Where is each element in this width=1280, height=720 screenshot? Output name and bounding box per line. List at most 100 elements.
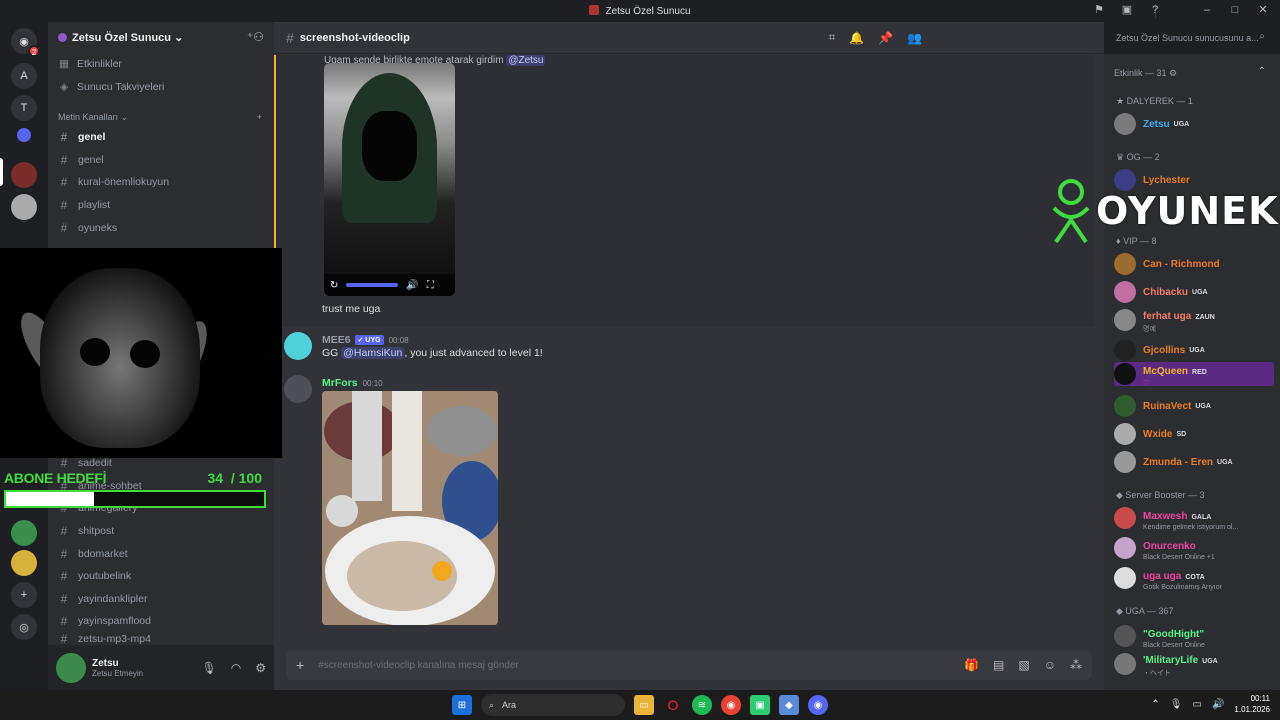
member-row[interactable]: Chibacku UGA (1114, 280, 1274, 304)
minimize-button[interactable]: – (1200, 4, 1214, 16)
member-avatar (1114, 253, 1136, 275)
hash-icon: # (60, 569, 68, 584)
channel-youtubelink[interactable]: # youtubelink (48, 565, 274, 588)
explore-button[interactable]: ◎ (11, 614, 37, 640)
server-header[interactable]: Zetsu Özel Sunucu ⌄ ⁺⚇ (48, 22, 274, 52)
chevron-up-icon[interactable]: ⌃ (1258, 66, 1266, 77)
group-uga: ◆ UGA — 367 (1116, 606, 1174, 616)
member-row[interactable]: 'MilitaryLife UGA ・ヘイト (1114, 652, 1274, 677)
channel-genel[interactable]: # genel (48, 126, 274, 149)
home-button[interactable]: ◉ 2 (11, 28, 40, 57)
category-header[interactable]: Metin Kanalları ⌄ + (48, 108, 274, 126)
hash-icon: # (60, 632, 68, 645)
member-row[interactable]: Wxide SD (1114, 422, 1274, 446)
member-row[interactable]: Can - Richmond (1114, 252, 1274, 276)
image-attachment[interactable] (322, 391, 498, 625)
app-blue-icon[interactable]: ◆ (779, 695, 799, 715)
boosts-item[interactable]: ◈ Sunucu Takviyeleri (48, 75, 274, 98)
clock[interactable]: 00:11 1.01.2026 (1234, 693, 1270, 715)
pin-icon[interactable]: 📌 (878, 31, 893, 45)
channel-yayinspamflood[interactable]: # yayinspamflood (48, 610, 274, 633)
inbox-flag-icon[interactable]: ⚑ (1092, 3, 1106, 16)
member-row[interactable]: Zetsu UGA (1114, 112, 1274, 136)
app-green-icon[interactable]: ▣ (750, 695, 770, 715)
upload-plus-icon[interactable]: + (296, 657, 304, 673)
channel-bdomarket[interactable]: # bdomarket (48, 542, 274, 565)
mee6-avatar[interactable] (284, 332, 312, 360)
group-booster: ◆ Server Booster — 3 (1116, 490, 1205, 500)
windows-start-icon[interactable]: ⊞ (452, 695, 472, 715)
close-button[interactable]: ✕ (1256, 3, 1270, 16)
chevron-up-icon[interactable]: ⌃ (1151, 699, 1159, 710)
network-icon[interactable]: ▭ (1193, 699, 1202, 710)
member-row[interactable]: ferhat uga ZAUN 명예 (1114, 308, 1274, 333)
channel-kural[interactable]: # kural-önemliokuyun (48, 171, 274, 194)
member-row[interactable]: Gjcollins UGA (1114, 338, 1274, 362)
server-green[interactable] (11, 520, 37, 546)
member-row[interactable]: "GoodHight" Black Desert Online (1114, 624, 1274, 649)
chrome-icon[interactable]: ◉ (721, 695, 741, 715)
bell-icon[interactable]: 🔔 (849, 31, 864, 45)
server-zetsu[interactable] (11, 162, 37, 188)
file-explorer-icon[interactable]: ▭ (634, 695, 654, 715)
search-input[interactable]: Zetsu Özel Sunucu sunucusunu a... ⌕ (1110, 28, 1270, 48)
member-row[interactable]: RuinaVect UGA (1114, 394, 1274, 418)
discord-taskbar-icon[interactable]: ◉ (808, 695, 828, 715)
message-list: Ugam sende birlikte emote atarak girdim … (274, 55, 1104, 645)
invite-icon[interactable]: ⁺⚇ (247, 30, 264, 44)
mic-tray-icon[interactable]: 🎙 (1170, 699, 1183, 710)
mention[interactable]: @HamsiKun (341, 347, 405, 359)
apps-icon[interactable]: ⁂ (1070, 658, 1082, 672)
help-icon[interactable]: ? (1148, 4, 1162, 16)
channel-zetsu-mp3[interactable]: # zetsu-mp3-mp4 (48, 633, 274, 645)
server-t[interactable]: T (11, 95, 37, 121)
gift-icon[interactable]: 🎁 (964, 658, 979, 672)
microphone-icon[interactable]: 🎙 (202, 661, 217, 675)
taskbar-search[interactable]: ⌕ Ara (481, 694, 625, 716)
member-row[interactable]: Zmunda - Eren UGA (1114, 450, 1274, 474)
user-avatar[interactable] (56, 652, 86, 683)
channel-genel-2[interactable]: # genel (48, 149, 274, 172)
settings-icon[interactable]: ⚙ (255, 661, 266, 675)
add-server-button[interactable]: + (11, 582, 37, 608)
members-icon[interactable]: 👥 (907, 31, 922, 45)
chat-panel: # screenshot-videoclip ⌗ 🔔 📌 👥 Ugam send… (274, 22, 1104, 690)
fullscreen-icon[interactable]: ⛶ (427, 280, 434, 291)
mee6-name[interactable]: MEE6 ✓ UYG 00:08 (322, 334, 409, 346)
video-attachment[interactable]: ↻ 🔊 ⛶ (324, 63, 455, 296)
volume-icon[interactable]: 🔊 (406, 280, 418, 291)
server-dog[interactable] (11, 194, 37, 220)
message-composer[interactable]: + #screenshot-videoclip kanalına mesaj g… (286, 650, 1092, 680)
member-row[interactable]: uga uga COTA Gotik Bozulmamış Arıyıor (1114, 566, 1274, 591)
gif-icon[interactable]: ▤ (993, 658, 1004, 672)
window-title: Zetsu Özel Sunucu (0, 5, 1280, 17)
channel-playlist[interactable]: # playlist (48, 194, 274, 217)
member-avatar (1114, 309, 1136, 331)
member-row[interactable]: Maxwesh GALA Kendime gelmek istiyorum ol..… (1114, 506, 1274, 531)
events-item[interactable]: ▦ Etkinlikler (48, 52, 274, 75)
emoji-icon[interactable]: ☺ (1044, 658, 1056, 672)
threads-icon[interactable]: ⌗ (828, 30, 835, 45)
screen-icon[interactable]: ▣ (1120, 3, 1134, 16)
folder-icon[interactable] (17, 128, 31, 142)
video-progress[interactable] (346, 283, 399, 287)
member-row[interactable]: McQueen RED ♡ (1114, 362, 1274, 387)
channel-shitpost[interactable]: # shitpost (48, 520, 274, 543)
spotify-icon[interactable]: ≋ (692, 695, 712, 715)
channel-yayindanklipler[interactable]: # yayindanklipler (48, 588, 274, 611)
server-a[interactable]: A (11, 63, 37, 89)
channel-oyuneks[interactable]: # oyuneks (48, 216, 274, 239)
member-row[interactable]: Onurcenko Black Desert Online +1 (1114, 536, 1274, 561)
server-yellow[interactable] (11, 550, 37, 576)
headphones-icon[interactable]: ◠ (231, 661, 241, 675)
composer-placeholder[interactable]: #screenshot-videoclip kanalına mesaj gön… (318, 660, 519, 671)
volume-tray-icon[interactable]: 🔊 (1212, 699, 1224, 710)
mrfors-name[interactable]: MrFors 00:10 (322, 377, 383, 389)
mrfors-avatar[interactable] (284, 375, 312, 403)
opera-icon[interactable]: O (663, 695, 683, 715)
mention[interactable]: @Zetsu (506, 55, 546, 66)
sticker-icon[interactable]: ▧ (1018, 658, 1029, 672)
add-channel-icon[interactable]: + (257, 112, 262, 122)
maximize-button[interactable]: □ (1228, 4, 1242, 16)
replay-icon[interactable]: ↻ (330, 280, 338, 291)
